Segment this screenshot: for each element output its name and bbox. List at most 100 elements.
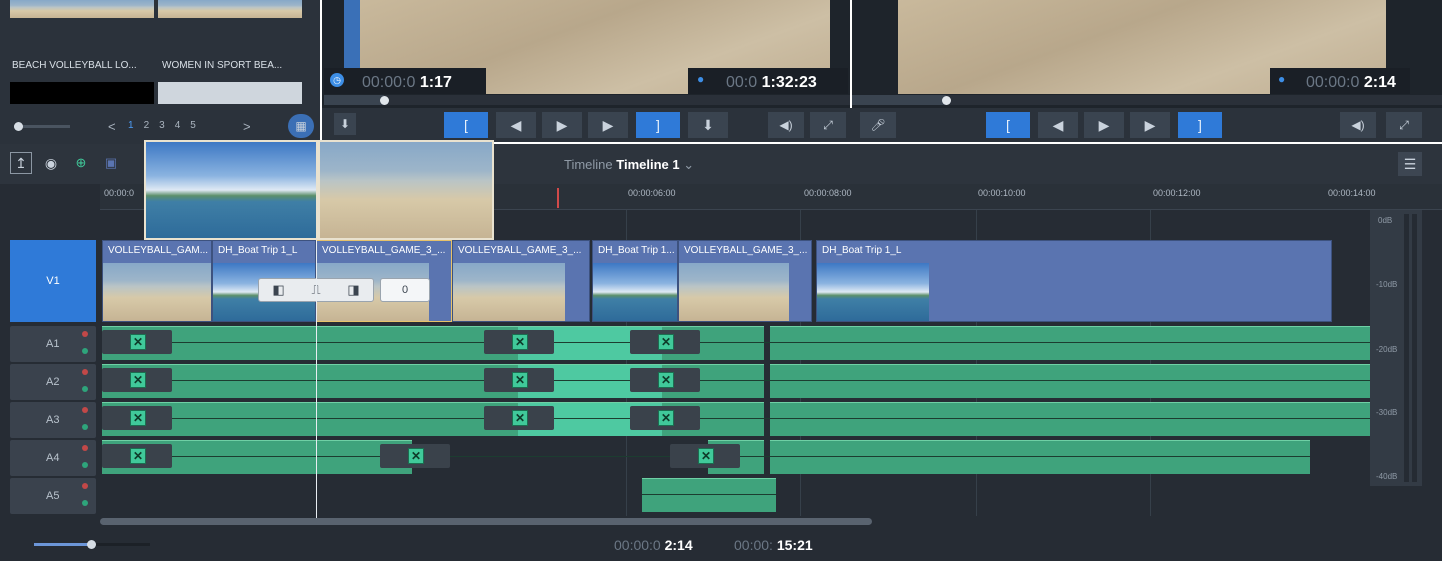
slider-handle[interactable] <box>14 122 23 131</box>
clip-thumbnail <box>103 263 211 321</box>
crossfade-marker[interactable]: ✕ <box>102 368 172 392</box>
clip-thumbnail <box>817 263 929 321</box>
mute-x-icon: ✕ <box>130 334 146 350</box>
record-arm-dot[interactable] <box>82 369 88 375</box>
page-4[interactable]: 4 <box>175 120 181 131</box>
mute-x-icon: ✕ <box>512 410 528 426</box>
program-volume-icon[interactable]: ◀) <box>1340 112 1376 138</box>
zoom-fill <box>34 543 90 546</box>
step-forward-button[interactable]: ▶ <box>588 112 628 138</box>
solo-dot[interactable] <box>82 424 88 430</box>
program-scrubber-handle[interactable] <box>942 96 951 105</box>
crossfade-marker[interactable]: ✕ <box>380 444 450 468</box>
program-mark-in-button[interactable]: [ <box>986 112 1030 138</box>
program-step-forward-button[interactable]: ▶ <box>1130 112 1170 138</box>
step-back-button[interactable]: ◀ <box>496 112 536 138</box>
audio-clip[interactable] <box>642 478 776 512</box>
thumb-size-slider[interactable] <box>14 122 70 131</box>
crossfade-marker[interactable]: ✕ <box>630 330 700 354</box>
zoom-handle[interactable] <box>87 540 96 549</box>
program-timecode: 00:00:0 2:14 <box>1306 74 1396 91</box>
page-2[interactable]: 2 <box>144 120 150 131</box>
chevron-down-icon[interactable]: ⌄ <box>683 157 694 172</box>
mark-out-button[interactable]: ] <box>636 112 680 138</box>
audio-clip[interactable] <box>770 326 1370 360</box>
play-button[interactable]: ▶ <box>542 112 582 138</box>
video-clip[interactable]: DH_Boat Trip 1_L <box>816 240 1332 322</box>
timeline-scrollbar[interactable] <box>100 518 872 525</box>
playhead[interactable] <box>316 240 317 518</box>
mute-x-icon: ✕ <box>408 448 424 464</box>
zoom-slider[interactable] <box>34 540 150 549</box>
program-location-icon: ● <box>1278 72 1286 86</box>
mark-in-button[interactable]: [ <box>444 112 488 138</box>
video-clip[interactable]: VOLLEYBALL_GAME_3_... <box>678 240 812 322</box>
grid-view-icon[interactable]: ▦ <box>288 114 314 138</box>
page-1[interactable]: 1 <box>128 120 134 131</box>
video-clip[interactable]: VOLLEYBALL_GAM... <box>102 240 212 322</box>
crossfade-marker[interactable]: ✕ <box>102 406 172 430</box>
page-5[interactable]: 5 <box>190 120 196 131</box>
crossfade-marker[interactable]: ✕ <box>484 406 554 430</box>
page-3[interactable]: 3 <box>159 120 165 131</box>
crossfade-marker[interactable]: ✕ <box>670 444 740 468</box>
audio-clip[interactable] <box>770 440 1310 474</box>
bin-item-label-1[interactable]: BEACH VOLLEYBALL LO... <box>12 60 137 71</box>
meter-tick-20: -20dB <box>1376 345 1398 354</box>
program-scrubber[interactable] <box>852 95 1442 105</box>
transition-duration-field[interactable]: 0 <box>380 278 430 302</box>
source-scrubber[interactable] <box>324 95 850 105</box>
program-step-back-button[interactable]: ◀ <box>1038 112 1078 138</box>
audio-clip[interactable] <box>770 364 1370 398</box>
video-clip[interactable]: DH_Boat Trip 1... <box>592 240 678 322</box>
audio-clip[interactable] <box>770 402 1370 436</box>
page-prev[interactable]: < <box>108 119 116 134</box>
mute-x-icon: ✕ <box>130 448 146 464</box>
crossfade-marker[interactable]: ✕ <box>102 330 172 354</box>
crossfade-marker[interactable]: ✕ <box>484 368 554 392</box>
crossfade-marker[interactable]: ✕ <box>102 444 172 468</box>
footer-bar <box>0 529 1442 561</box>
scrubber-handle[interactable] <box>380 96 389 105</box>
record-icon[interactable]: ◉ <box>40 152 62 174</box>
program-mark-out-button[interactable]: ] <box>1178 112 1222 138</box>
fullscreen-icon[interactable]: ⤢ <box>810 112 846 138</box>
upload-icon[interactable]: ↥ <box>10 152 32 174</box>
save-icon[interactable]: ▣ <box>100 152 122 174</box>
volume-line <box>102 418 1370 419</box>
ruler-marker <box>557 188 559 208</box>
bin-thumb-2[interactable] <box>158 0 302 18</box>
record-arm-dot[interactable] <box>82 483 88 489</box>
bin-item-label-2[interactable]: WOMEN IN SPORT BEA... <box>162 60 282 71</box>
solo-dot[interactable] <box>82 500 88 506</box>
clip-label: VOLLEYBALL_GAM... <box>108 245 209 256</box>
import-icon[interactable]: ⬇ <box>334 113 356 135</box>
crossfade-marker[interactable]: ✕ <box>630 406 700 430</box>
add-track-icon[interactable]: ⊕ <box>70 152 92 174</box>
volume-icon[interactable]: ◀) <box>768 112 804 138</box>
microphone-icon[interactable]: 🎤︎ <box>860 112 896 138</box>
insert-down-icon[interactable]: ⬇ <box>688 112 728 138</box>
cut-right-icon[interactable]: ◨ <box>347 282 359 298</box>
page-next[interactable]: > <box>243 119 251 134</box>
program-play-button[interactable]: ▶ <box>1084 112 1124 138</box>
video-clip[interactable]: VOLLEYBALL_GAME_3_... <box>452 240 590 322</box>
record-arm-dot[interactable] <box>82 331 88 337</box>
pagination: 1 2 3 4 5 <box>128 120 196 131</box>
program-fullscreen-icon[interactable]: ⤢ <box>1386 112 1422 138</box>
bin-thumb-black <box>10 82 154 104</box>
bin-thumb-1[interactable] <box>10 0 154 18</box>
program-scrubber-fill <box>852 95 946 105</box>
timeline-title[interactable]: Timeline Timeline 1 ⌄ <box>564 157 694 173</box>
cut-left-icon[interactable]: ◧ <box>272 282 284 298</box>
solo-dot[interactable] <box>82 462 88 468</box>
crossfade-marker[interactable]: ✕ <box>630 368 700 392</box>
record-arm-dot[interactable] <box>82 445 88 451</box>
record-arm-dot[interactable] <box>82 407 88 413</box>
solo-dot[interactable] <box>82 348 88 354</box>
menu-icon[interactable]: ☰ <box>1398 152 1422 176</box>
solo-dot[interactable] <box>82 386 88 392</box>
crossfade-marker[interactable]: ✕ <box>484 330 554 354</box>
meter-tick-30: -30dB <box>1376 408 1398 417</box>
track-header-v1[interactable]: V1 <box>10 240 96 322</box>
